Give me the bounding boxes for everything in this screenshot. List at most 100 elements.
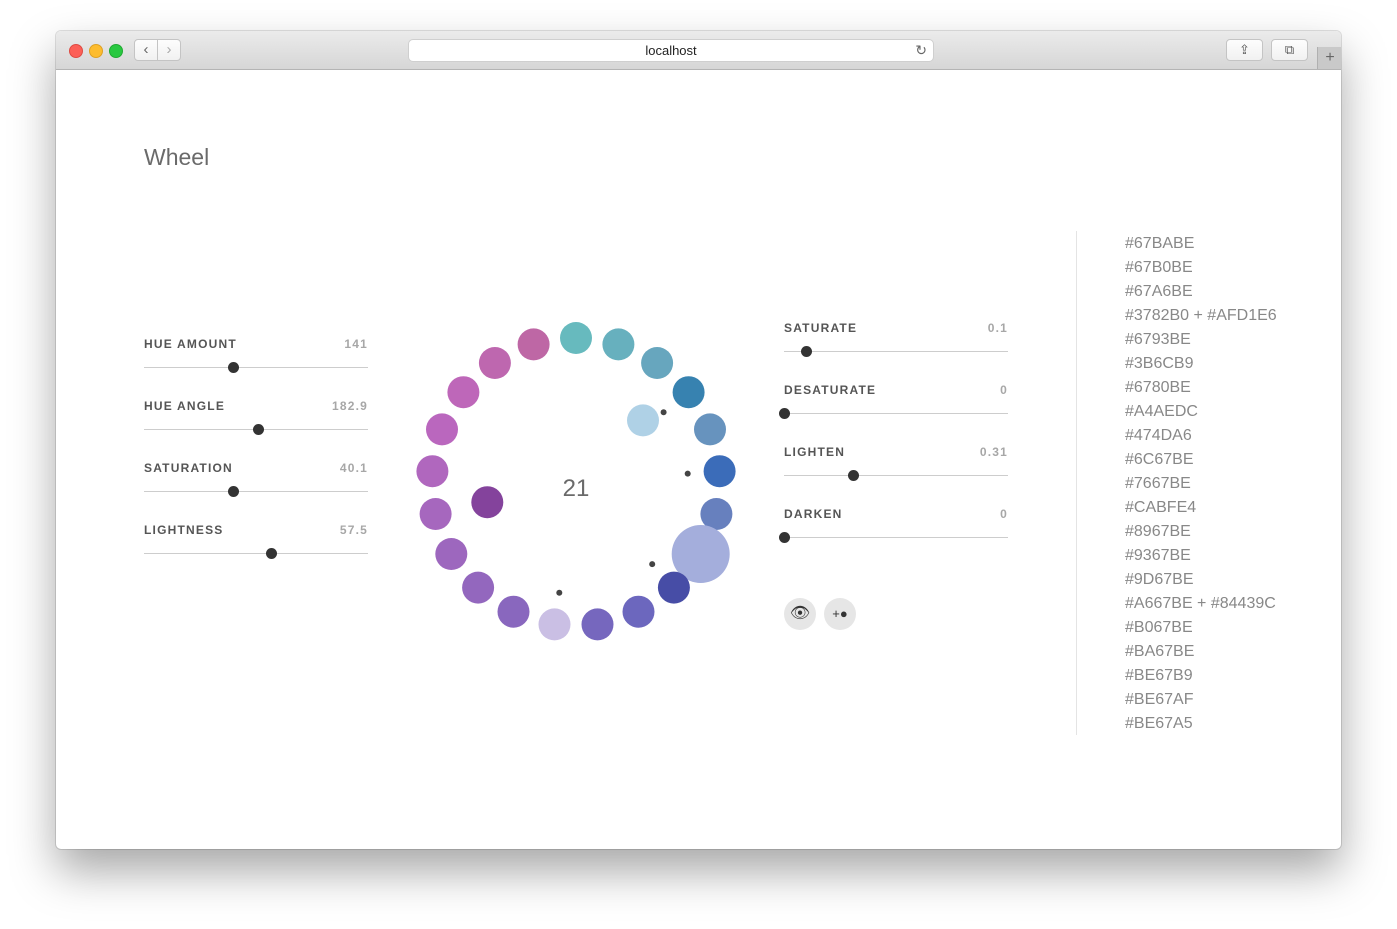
wheel-color-dot[interactable]	[700, 498, 733, 530]
zoom-window-button[interactable]	[109, 44, 123, 58]
hex-list-item[interactable]: #67B0BE	[1125, 256, 1277, 280]
slider-hue-angle: HUE ANGLE 182.9	[144, 399, 368, 461]
wheel-marker-dot	[649, 561, 656, 568]
slider-label: HUE ANGLE	[144, 399, 226, 413]
slider-saturation: SATURATION 40.1	[144, 461, 368, 523]
slider-value: 0.31	[979, 445, 1008, 459]
forward-button[interactable]: ›	[157, 39, 181, 61]
hex-list-item[interactable]: #A4AEDC	[1125, 400, 1277, 424]
hex-list-item[interactable]: #7667BE	[1125, 472, 1277, 496]
minimize-window-button[interactable]	[89, 44, 103, 58]
wheel-color-dot[interactable]	[447, 376, 480, 409]
color-count: 21	[562, 475, 590, 502]
slider-label: DARKEN	[784, 507, 843, 521]
slider-desaturate: DESATURATE 0	[778, 383, 1008, 445]
wheel-color-dot[interactable]	[462, 571, 495, 604]
slider-value: 40.1	[339, 461, 368, 475]
address-bar[interactable]: localhost ↻	[408, 39, 934, 62]
wheel-color-dot[interactable]	[435, 538, 468, 570]
slider-label: LIGHTEN	[784, 445, 846, 459]
slider-thumb[interactable]	[228, 486, 240, 497]
share-icon: ⇪	[1239, 42, 1250, 57]
hex-list-item[interactable]: #9367BE	[1125, 544, 1277, 568]
hex-list-item[interactable]: #CABFE4	[1125, 496, 1277, 520]
close-window-button[interactable]	[69, 44, 83, 58]
wheel-color-dot[interactable]	[538, 608, 571, 641]
slider-track[interactable]	[784, 351, 1008, 352]
slider-label: DESATURATE	[784, 383, 877, 397]
hex-list-item[interactable]: #B067BE	[1125, 616, 1277, 640]
show-tabs-button[interactable]: ⧉	[1271, 39, 1308, 61]
slider-label: SATURATION	[144, 461, 233, 475]
slider-thumb[interactable]	[800, 346, 812, 357]
slider-darken: DARKEN 0	[778, 507, 1008, 569]
wheel-color-dot[interactable]	[581, 608, 614, 641]
slider-value: 0	[1000, 507, 1008, 521]
hex-list-item[interactable]: #3B6CB9	[1125, 352, 1277, 376]
wheel-inner-color-dot[interactable]	[627, 404, 659, 437]
hex-list-item[interactable]: #67A6BE	[1125, 280, 1277, 304]
slider-thumb[interactable]	[266, 548, 278, 559]
slider-lighten: LIGHTEN 0.31	[784, 445, 1008, 507]
chevron-right-icon: ›	[166, 41, 172, 58]
hex-list-item[interactable]: #BA67BE	[1125, 640, 1277, 664]
slider-track[interactable]	[144, 367, 368, 368]
tabs-icon: ⧉	[1284, 42, 1295, 57]
slider-value: 182.9	[331, 399, 368, 413]
hex-list-item[interactable]: #A667BE + #84439C	[1125, 592, 1277, 616]
back-button[interactable]: ‹	[134, 39, 158, 61]
wheel-marker-dot	[684, 470, 691, 477]
hex-list-item[interactable]: #9D67BE	[1125, 568, 1277, 592]
slider-track[interactable]	[784, 413, 1008, 414]
hex-list-item[interactable]: #BE67A5	[1125, 712, 1277, 736]
slider-thumb[interactable]	[778, 532, 790, 543]
hex-list-item[interactable]: #BE67B9	[1125, 664, 1277, 688]
wheel-color-dot[interactable]	[517, 328, 550, 361]
chevron-left-icon: ‹	[143, 41, 149, 58]
slider-thumb[interactable]	[252, 424, 264, 435]
wheel-color-dot[interactable]	[419, 498, 452, 530]
slider-thumb[interactable]	[228, 362, 240, 373]
slider-thumb[interactable]	[778, 408, 790, 419]
hex-list-item[interactable]: #6C67BE	[1125, 448, 1277, 472]
wheel-color-dot[interactable]	[478, 347, 511, 379]
wheel-color-dot[interactable]	[641, 347, 674, 379]
slider-hue-amount: HUE AMOUNT 141	[144, 337, 368, 399]
new-tab-button[interactable]: +	[1317, 47, 1341, 69]
hex-list-item[interactable]: #67BABE	[1125, 232, 1277, 256]
slider-track[interactable]	[784, 475, 1008, 476]
browser-toolbar: ‹ › localhost ↻ ⇪ ⧉ +	[56, 31, 1341, 70]
right-controls: SATURATE 0.1 DESATURATE 0 LIGHTEN 0.31 D…	[778, 321, 1008, 569]
hex-list-item[interactable]: #6793BE	[1125, 328, 1277, 352]
wheel-color-dot[interactable]	[672, 376, 705, 409]
hex-list-item[interactable]: #474DA6	[1125, 424, 1277, 448]
reload-icon[interactable]: ↻	[915, 40, 927, 61]
slider-label: LIGHTNESS	[144, 523, 224, 537]
wheel-color-dot[interactable]	[694, 413, 726, 446]
left-controls: HUE AMOUNT 141 HUE ANGLE 182.9 SATURATIO…	[144, 337, 368, 585]
hex-list-item[interactable]: #3782B0 + #AFD1E6	[1125, 304, 1277, 328]
wheel-color-dot[interactable]	[657, 571, 690, 604]
slider-track[interactable]	[784, 537, 1008, 538]
slider-thumb[interactable]	[847, 470, 859, 481]
wheel-color-dot[interactable]	[602, 328, 635, 361]
share-button[interactable]: ⇪	[1226, 39, 1263, 61]
slider-label: SATURATE	[784, 321, 858, 335]
wheel-color-dot[interactable]	[416, 455, 449, 488]
wheel-color-dot[interactable]	[560, 322, 592, 354]
wheel-color-dot[interactable]	[497, 595, 530, 628]
wheel-inner-color-dot[interactable]	[471, 486, 504, 519]
wheel-color-dot[interactable]	[703, 455, 736, 488]
wheel-color-dot[interactable]	[622, 595, 655, 628]
wheel-marker-dot	[556, 589, 563, 596]
hex-list-item[interactable]: #6780BE	[1125, 376, 1277, 400]
add-color-button[interactable]: +●	[824, 598, 856, 630]
wheel-color-dot[interactable]	[426, 413, 458, 446]
slider-saturate: SATURATE 0.1	[784, 321, 1008, 383]
slider-track[interactable]	[144, 491, 368, 492]
hex-list-item[interactable]: #BE67AF	[1125, 688, 1277, 712]
hex-list-item[interactable]: #8967BE	[1125, 520, 1277, 544]
add-dot-icon: +●	[832, 606, 848, 621]
toggle-preview-button[interactable]: 👁	[784, 598, 816, 630]
slider-track[interactable]	[144, 553, 368, 554]
